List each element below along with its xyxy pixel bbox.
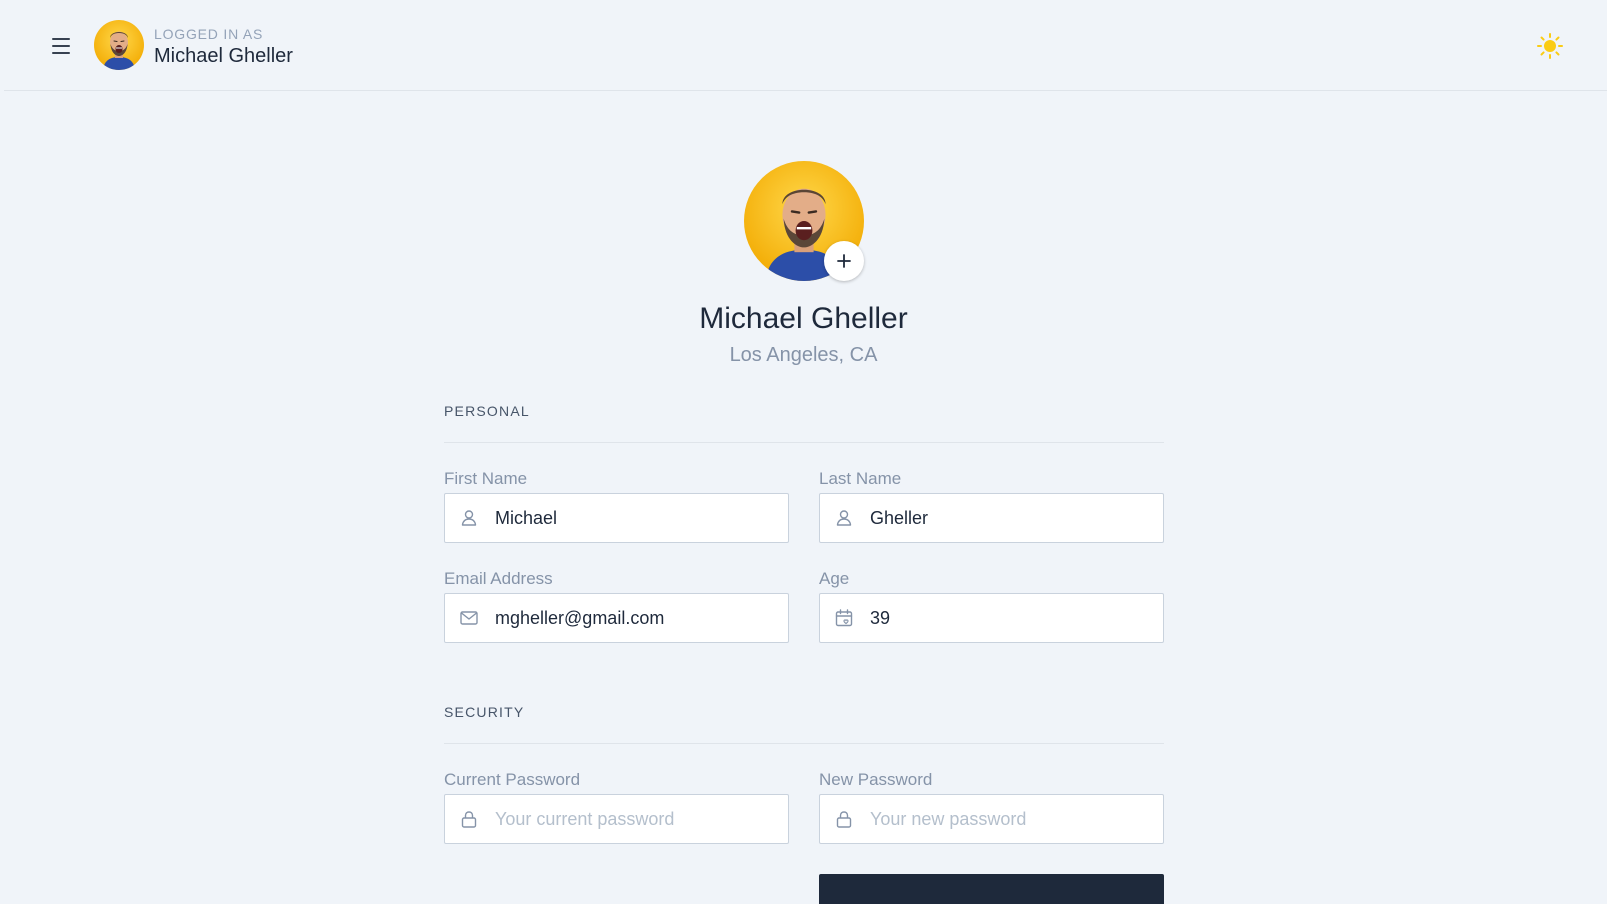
current-password-input[interactable] <box>495 795 780 843</box>
current-password-field <box>444 794 789 844</box>
email-label: Email Address <box>444 569 553 588</box>
first-name-input[interactable] <box>495 494 780 542</box>
new-password-input[interactable] <box>870 795 1155 843</box>
divider <box>444 743 1164 744</box>
email-input[interactable] <box>495 594 780 642</box>
current-password-label: Current Password <box>444 770 581 789</box>
avatar[interactable] <box>94 20 144 70</box>
profile-location: Los Angeles, CA <box>729 344 878 366</box>
save-button[interactable] <box>819 874 1164 904</box>
security-section-title: SECURITY <box>444 704 525 720</box>
first-name-label: First Name <box>444 469 528 488</box>
user-photo <box>94 20 144 70</box>
profile-name: Michael Gheller <box>699 302 908 335</box>
email-field <box>444 593 789 643</box>
upload-photo-button[interactable] <box>824 241 864 281</box>
lock-icon <box>836 811 852 828</box>
last-name-field <box>819 493 1164 543</box>
top-bar: LOGGED IN AS Michael Gheller <box>4 0 1607 91</box>
mail-icon <box>460 611 478 625</box>
lock-icon <box>461 811 477 828</box>
sun-icon[interactable] <box>1536 32 1564 60</box>
last-name-label: Last Name <box>819 469 902 488</box>
calendar-icon <box>835 609 853 627</box>
personal-section-title: PERSONAL <box>444 403 530 419</box>
menu-icon[interactable] <box>48 34 74 58</box>
new-password-field <box>819 794 1164 844</box>
user-icon <box>836 510 852 526</box>
logged-in-user-name: Michael Gheller <box>154 45 293 67</box>
user-icon <box>461 510 477 526</box>
logged-in-label: LOGGED IN AS <box>154 26 264 42</box>
last-name-input[interactable] <box>870 494 1155 542</box>
plus-icon <box>837 254 851 268</box>
new-password-label: New Password <box>819 770 933 789</box>
first-name-field <box>444 493 789 543</box>
divider <box>444 442 1164 443</box>
age-field <box>819 593 1164 643</box>
age-label: Age <box>819 569 850 588</box>
age-input[interactable] <box>870 594 1155 642</box>
